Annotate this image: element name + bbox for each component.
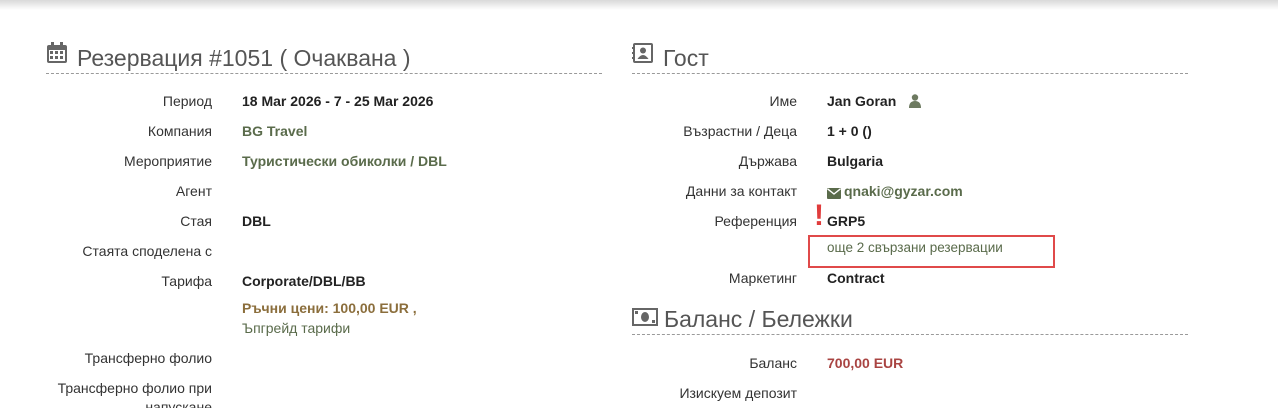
agent-label: Агент — [175, 183, 212, 199]
balance-header: Баланс / Бележки — [632, 305, 1188, 335]
contact-label: Данни за контакт — [685, 183, 797, 199]
event-label: Мероприятие — [124, 153, 212, 169]
upgrade-rates-link[interactable]: Ъпгрейд тарифи — [242, 320, 350, 336]
period-value: 18 Mar 2026 - 7 - 25 Mar 2026 — [242, 93, 434, 109]
envelope-icon — [827, 186, 841, 202]
balance-value: 700,00 EUR — [827, 355, 904, 371]
related-reservations-link[interactable]: още 2 свързани резервации — [827, 240, 1003, 255]
ages-value: 1 + 0 () — [827, 123, 872, 139]
reference-value: GRP5 — [827, 213, 866, 229]
marketing-value: Contract — [827, 270, 885, 286]
event-link[interactable]: Туристически обиколки / DBL — [242, 153, 447, 169]
guest-title: Гост — [663, 45, 709, 71]
exclamation-icon: ! — [814, 199, 824, 232]
name-label: Име — [769, 93, 797, 109]
balance-title: Баланс / Бележки — [664, 306, 853, 332]
reservation-header: Резервация #1051 ( Очаквана ) — [46, 42, 602, 74]
company-label: Компания — [147, 123, 212, 139]
company-link[interactable]: BG Travel — [242, 123, 307, 139]
transfer-folio-release-label: Трансферно фолио при — [57, 380, 212, 396]
reservation-title: Резервация #1051 ( Очаквана ) — [77, 45, 411, 71]
user-icon[interactable] — [909, 94, 921, 111]
guest-header: Гост — [632, 42, 1188, 74]
room-label: Стая — [180, 213, 212, 229]
transfer-folio-release-label-line2: напускане — [145, 399, 212, 408]
ages-label: Възрастни / Деца — [683, 123, 797, 139]
contact-card-icon — [632, 42, 654, 67]
rate-label: Тарифа — [161, 273, 212, 289]
balance-label: Баланс — [749, 355, 797, 371]
country-value: Bulgaria — [827, 153, 884, 169]
reference-label: Референция — [714, 213, 797, 229]
calendar-icon — [46, 42, 68, 67]
transfer-folio-label: Трансферно фолио — [84, 350, 212, 366]
guest-name-value: Jan Goran — [827, 93, 897, 109]
room-value: DBL — [242, 213, 271, 229]
email-link[interactable]: qnaki@gyzar.com — [844, 183, 963, 199]
deposit-label: Изискуем депозит — [679, 385, 797, 401]
marketing-label: Маркетинг — [728, 270, 797, 286]
period-label: Период — [162, 93, 212, 109]
manual-prices-link[interactable]: Ръчни цени: 100,00 EUR , — [242, 300, 417, 316]
money-icon — [632, 308, 658, 329]
shared-room-label: Стаята споделена с — [82, 243, 212, 259]
country-label: Държава — [738, 153, 797, 169]
rate-value: Corporate/DBL/BB — [242, 273, 366, 289]
top-shadow — [0, 0, 1278, 10]
